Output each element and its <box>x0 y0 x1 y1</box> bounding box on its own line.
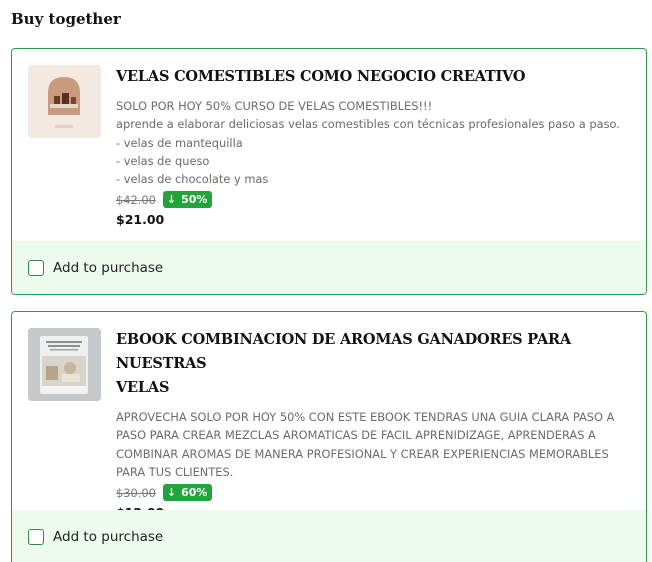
price-row: $30.00 ↓ 60% <box>116 483 630 502</box>
product-title-line[interactable]: VELAS <box>116 376 630 400</box>
product-thumbnail[interactable] <box>28 328 101 401</box>
description-line: COMBINAR AROMAS DE MANERA PROFESIONAL Y … <box>116 446 609 461</box>
original-price: $30.00 <box>116 485 156 500</box>
discount-value: 60% <box>181 486 208 500</box>
description-line: PARA TUS CLIENTES. <box>116 464 234 479</box>
current-price: $21.00 <box>116 212 165 228</box>
product-card: EBOOK COMBINACION DE AROMAS GANADORES PA… <box>11 311 647 562</box>
add-to-purchase-row[interactable]: Add to purchase <box>12 510 646 562</box>
description-line: SOLO POR HOY 50% CURSO DE VELAS COMESTIB… <box>116 99 433 113</box>
discount-badge: ↓ 60% <box>162 484 213 502</box>
add-to-purchase-label[interactable]: Add to purchase <box>53 529 163 545</box>
product-card: VELAS COMESTIBLES COMO NEGOCIO CREATIVO … <box>11 48 647 295</box>
product-title[interactable]: VELAS COMESTIBLES COMO NEGOCIO CREATIVO <box>116 65 630 89</box>
description-line: aprende a elaborar deliciosas velas come… <box>116 117 620 132</box>
description-line: APROVECHA SOLO POR HOY 50% CON ESTE EBOO… <box>116 410 615 424</box>
product-title-line[interactable]: EBOOK COMBINACION DE AROMAS GANADORES PA… <box>116 328 630 376</box>
description-line: - velas de chocolate y mas <box>116 172 269 187</box>
discount-badge: ↓ 50% <box>162 191 213 209</box>
add-to-purchase-checkbox[interactable] <box>28 260 44 276</box>
product-description: SOLO POR HOY 50% CURSO DE VELAS COMESTIB… <box>116 97 630 188</box>
product-thumbnail[interactable] <box>28 65 101 138</box>
discount-value: 50% <box>181 193 208 207</box>
price-row: $42.00 ↓ 50% <box>116 190 630 209</box>
description-line: PASO PARA CREAR MEZCLAS AROMATICAS DE FA… <box>116 428 596 443</box>
arrow-down-icon: ↓ <box>166 193 177 207</box>
product-description: APROVECHA SOLO POR HOY 50% CON ESTE EBOO… <box>116 408 630 481</box>
arrow-down-icon: ↓ <box>166 486 177 500</box>
section-title: Buy together <box>11 10 121 28</box>
add-to-purchase-checkbox[interactable] <box>28 529 44 545</box>
add-to-purchase-label[interactable]: Add to purchase <box>53 260 163 276</box>
add-to-purchase-row[interactable]: Add to purchase <box>12 241 646 294</box>
product-title[interactable]: EBOOK COMBINACION DE AROMAS GANADORES PA… <box>116 328 630 400</box>
description-line: - velas de queso <box>116 153 210 168</box>
description-line: - velas de mantequilla <box>116 135 243 150</box>
original-price: $42.00 <box>116 192 156 207</box>
